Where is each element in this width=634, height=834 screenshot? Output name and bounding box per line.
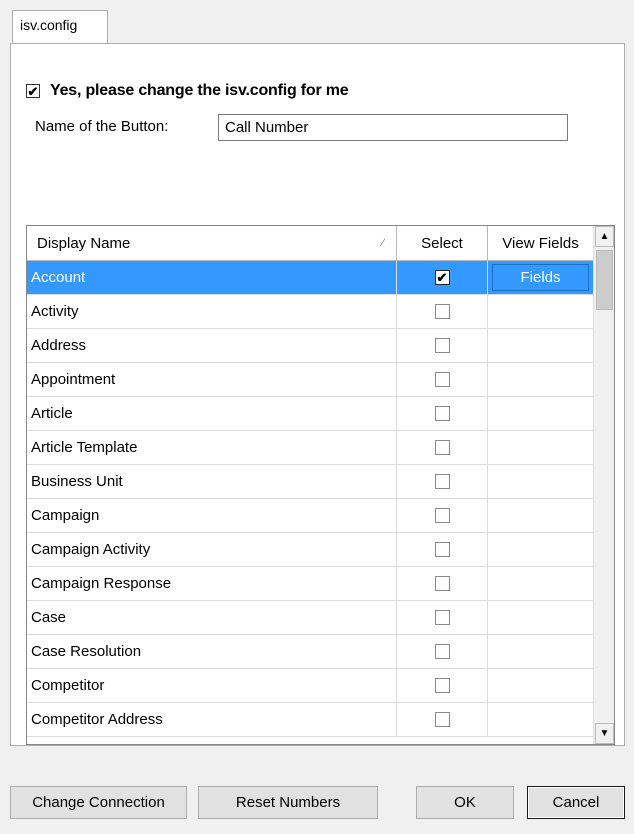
row-view-fields-cell bbox=[488, 329, 594, 362]
row-view-fields-cell bbox=[488, 669, 594, 702]
row-select-cell bbox=[397, 635, 488, 668]
ok-button[interactable]: OK bbox=[416, 786, 514, 819]
table-row[interactable]: Competitor bbox=[27, 669, 594, 703]
row-select-checkbox[interactable] bbox=[434, 304, 450, 319]
scroll-thumb[interactable] bbox=[596, 250, 613, 310]
row-view-fields-cell bbox=[488, 703, 594, 736]
isv-config-panel: ✔ Yes, please change the isv.config for … bbox=[10, 43, 625, 746]
row-select-checkbox[interactable] bbox=[434, 610, 450, 625]
row-view-fields-cell bbox=[488, 601, 594, 634]
table-row[interactable]: Campaign Activity bbox=[27, 533, 594, 567]
row-select-cell bbox=[397, 363, 488, 396]
row-display-name: Case bbox=[27, 601, 397, 634]
row-select-cell bbox=[397, 703, 488, 736]
change-connection-button[interactable]: Change Connection bbox=[10, 786, 187, 819]
row-view-fields-cell bbox=[488, 397, 594, 430]
row-select-checkbox[interactable] bbox=[434, 678, 450, 693]
change-config-label: Yes, please change the isv.config for me bbox=[50, 82, 349, 99]
row-view-fields-cell bbox=[488, 431, 594, 464]
table-row[interactable]: Campaign Response bbox=[27, 567, 594, 601]
table-row[interactable]: Article bbox=[27, 397, 594, 431]
row-view-fields-cell bbox=[488, 295, 594, 328]
scroll-up-button[interactable]: ▲ bbox=[595, 226, 614, 247]
row-select-cell bbox=[397, 601, 488, 634]
tab-isv-config[interactable]: isv.config bbox=[12, 10, 108, 44]
row-display-name: Campaign Response bbox=[27, 567, 397, 600]
row-select-checkbox[interactable] bbox=[434, 542, 450, 557]
row-display-name: Account bbox=[27, 261, 397, 294]
row-select-cell bbox=[397, 431, 488, 464]
button-name-input[interactable]: Call Number bbox=[218, 114, 568, 141]
reset-numbers-button[interactable]: Reset Numbers bbox=[198, 786, 378, 819]
view-fields-button[interactable]: Fields bbox=[492, 264, 589, 291]
table-row[interactable]: Campaign bbox=[27, 499, 594, 533]
row-select-checkbox[interactable]: ✔ bbox=[434, 270, 450, 285]
row-select-checkbox[interactable] bbox=[434, 576, 450, 591]
table-row[interactable]: Case Resolution bbox=[27, 635, 594, 669]
row-display-name: Competitor Address bbox=[27, 703, 397, 736]
row-select-checkbox[interactable] bbox=[434, 440, 450, 455]
row-display-name: Campaign Activity bbox=[27, 533, 397, 566]
row-select-cell bbox=[397, 669, 488, 702]
row-display-name: Campaign bbox=[27, 499, 397, 532]
change-config-checkbox[interactable]: ✔ bbox=[26, 84, 40, 98]
table-row[interactable]: Business Unit bbox=[27, 465, 594, 499]
row-select-cell bbox=[397, 465, 488, 498]
button-name-label: Name of the Button: bbox=[35, 118, 169, 135]
row-view-fields-cell bbox=[488, 363, 594, 396]
row-select-checkbox[interactable] bbox=[434, 508, 450, 523]
scroll-down-button[interactable]: ▼ bbox=[595, 723, 614, 744]
row-select-cell bbox=[397, 533, 488, 566]
row-display-name: Article Template bbox=[27, 431, 397, 464]
table-row[interactable]: Competitor Address bbox=[27, 703, 594, 737]
cancel-button[interactable]: Cancel bbox=[527, 786, 625, 819]
arrow-up-icon: ▲ bbox=[599, 231, 610, 242]
row-select-cell bbox=[397, 295, 488, 328]
row-view-fields-cell bbox=[488, 499, 594, 532]
table-row[interactable]: Appointment bbox=[27, 363, 594, 397]
row-display-name: Appointment bbox=[27, 363, 397, 396]
grid-rows: Account ✔ Fields Activity Address Appointment… bbox=[27, 261, 594, 737]
row-display-name: Competitor bbox=[27, 669, 397, 702]
row-select-checkbox[interactable] bbox=[434, 712, 450, 727]
row-display-name: Case Resolution bbox=[27, 635, 397, 668]
row-select-cell bbox=[397, 499, 488, 532]
row-select-checkbox[interactable] bbox=[434, 372, 450, 387]
change-config-checkbox-row[interactable]: ✔ Yes, please change the isv.config for … bbox=[26, 80, 349, 102]
row-select-checkbox[interactable] bbox=[434, 474, 450, 489]
entity-grid: Display Name ⁄ Select View Fields Accoun… bbox=[26, 225, 615, 745]
row-view-fields-cell bbox=[488, 635, 594, 668]
table-row[interactable]: Address bbox=[27, 329, 594, 363]
row-view-fields-cell bbox=[488, 533, 594, 566]
row-select-checkbox[interactable] bbox=[434, 406, 450, 421]
row-view-fields-cell bbox=[488, 465, 594, 498]
row-select-checkbox[interactable] bbox=[434, 644, 450, 659]
sort-indicator-icon: ⁄ bbox=[382, 237, 384, 249]
row-display-name: Activity bbox=[27, 295, 397, 328]
row-display-name: Article bbox=[27, 397, 397, 430]
column-header-display-name[interactable]: Display Name ⁄ bbox=[27, 226, 397, 261]
row-view-fields-cell: Fields bbox=[488, 261, 594, 294]
row-select-checkbox[interactable] bbox=[434, 338, 450, 353]
row-view-fields-cell bbox=[488, 567, 594, 600]
table-row[interactable]: Case bbox=[27, 601, 594, 635]
arrow-down-icon: ▼ bbox=[599, 728, 610, 739]
tab-label: isv.config bbox=[20, 17, 78, 33]
table-row[interactable]: Article Template bbox=[27, 431, 594, 465]
row-select-cell bbox=[397, 329, 488, 362]
table-row[interactable]: Account ✔ Fields bbox=[27, 261, 594, 295]
row-select-cell bbox=[397, 397, 488, 430]
grid-header: Display Name ⁄ Select View Fields bbox=[27, 226, 594, 261]
table-row[interactable]: Activity bbox=[27, 295, 594, 329]
row-select-cell bbox=[397, 567, 488, 600]
row-select-cell: ✔ bbox=[397, 261, 488, 294]
column-header-select[interactable]: Select bbox=[397, 226, 488, 261]
row-display-name: Address bbox=[27, 329, 397, 362]
column-header-view-fields[interactable]: View Fields bbox=[488, 226, 594, 261]
vertical-scrollbar[interactable]: ▲ ▼ bbox=[593, 226, 614, 744]
row-display-name: Business Unit bbox=[27, 465, 397, 498]
